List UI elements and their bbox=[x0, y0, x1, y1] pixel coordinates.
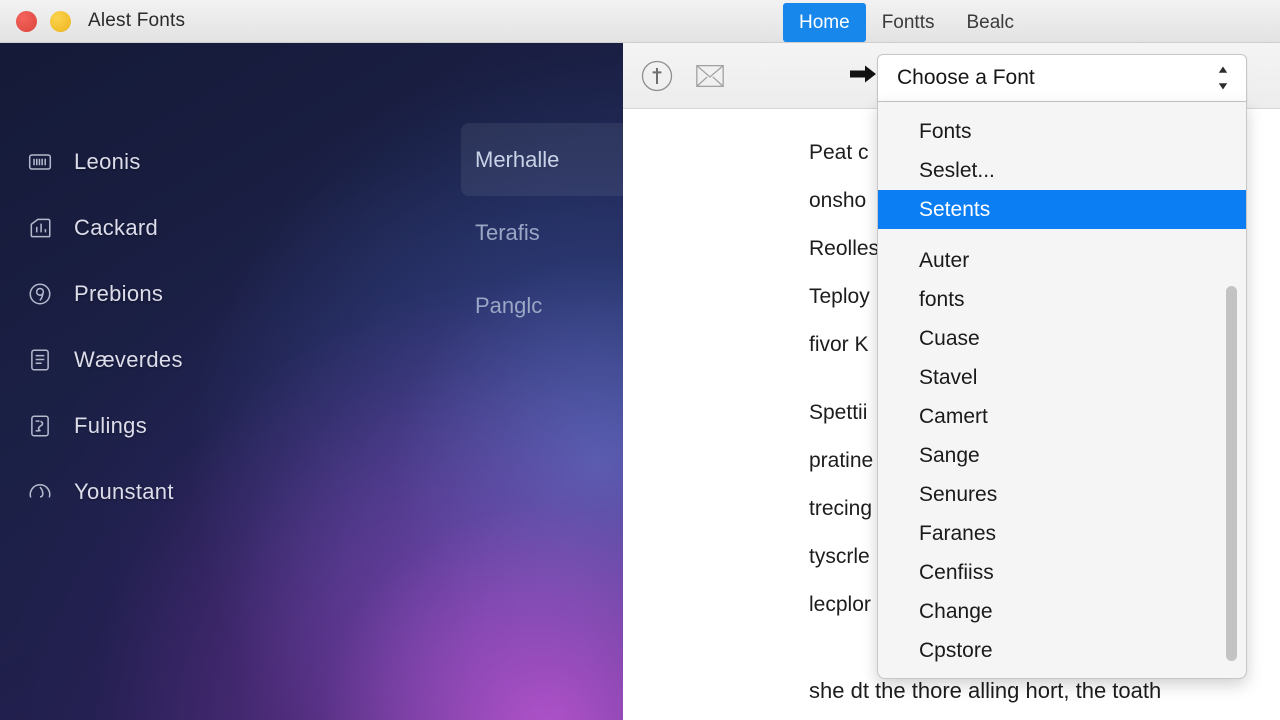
menu-item-label: Change bbox=[919, 599, 993, 623]
menu-item-seslet[interactable]: Seslet... bbox=[878, 151, 1246, 190]
tab-bar: Home Fontts Bealc bbox=[783, 3, 1030, 42]
menu-item-label: Faranes bbox=[919, 521, 997, 545]
menu-item-label: Camert bbox=[919, 404, 988, 428]
sidebar-item-label: Younstant bbox=[74, 479, 174, 504]
subnav-item-terafis[interactable]: Terafis bbox=[461, 196, 623, 269]
menu-item-label: Stavel bbox=[919, 365, 978, 389]
sidebar-item-waeverdes[interactable]: Wæverdes bbox=[0, 327, 420, 393]
menu-item-cuase[interactable]: Cuase bbox=[878, 319, 1246, 358]
menu-item-change[interactable]: Change bbox=[878, 592, 1246, 631]
bar-chart-icon bbox=[27, 215, 53, 241]
dagger-circle-icon[interactable] bbox=[640, 59, 674, 93]
menu-item-label: Senures bbox=[919, 482, 998, 506]
subnav-item-panglc[interactable]: Panglc bbox=[461, 269, 623, 342]
menu-item-auter[interactable]: Auter bbox=[878, 241, 1246, 280]
font-menu: Fonts Seslet... Setents Auter fonts Cuas… bbox=[877, 102, 1247, 679]
sidebar-nav: Leonis Cackard Prebions Wæverdes Fulings… bbox=[0, 129, 420, 525]
menu-item-sange[interactable]: Sange bbox=[878, 436, 1246, 475]
tab-fonts[interactable]: Fontts bbox=[866, 3, 951, 42]
window-controls bbox=[16, 10, 71, 32]
close-button[interactable] bbox=[16, 10, 37, 32]
menu-item-label: Seslet... bbox=[919, 158, 995, 182]
sidebar-item-label: Cackard bbox=[74, 215, 159, 240]
menu-item-cenfiiss[interactable]: Cenfiiss bbox=[878, 553, 1246, 592]
envelope-x-icon[interactable] bbox=[693, 59, 727, 93]
font-dropdown: Choose a Font Fonts Seslet... Setents Au… bbox=[877, 54, 1247, 679]
sidebar-subnav: Merhalle Terafis Panglc bbox=[461, 123, 623, 342]
sidebar-item-leonis[interactable]: Leonis bbox=[0, 129, 420, 195]
gauge-icon bbox=[27, 479, 53, 505]
sidebar-item-label: Leonis bbox=[74, 149, 141, 174]
menu-scrollbar[interactable] bbox=[1226, 286, 1237, 661]
menu-item-label: Fonts bbox=[919, 119, 972, 143]
menu-item-stavel[interactable]: Stavel bbox=[878, 358, 1246, 397]
sidebar-item-label: Fulings bbox=[74, 413, 148, 438]
document-bottom-line: she dt the thore alling hort, the toath bbox=[809, 678, 1162, 703]
menu-item-camert[interactable]: Camert bbox=[878, 397, 1246, 436]
sidebar-item-fulings[interactable]: Fulings bbox=[0, 393, 420, 459]
menu-item-senures[interactable]: Senures bbox=[878, 475, 1246, 514]
tab-bealc-label: Bealc bbox=[966, 11, 1015, 33]
app-window: Alest Fonts Home Fontts Bealc Leonis Cac… bbox=[0, 0, 1280, 720]
menu-separator bbox=[878, 229, 1246, 241]
title-bar: Alest Fonts Home Fontts Bealc bbox=[0, 0, 1280, 43]
menu-item-setents[interactable]: Setents bbox=[878, 190, 1246, 229]
menu-item-label: Auter bbox=[919, 248, 970, 272]
document-note-icon bbox=[27, 413, 53, 439]
choose-font-combobox[interactable]: Choose a Font bbox=[877, 54, 1247, 102]
menu-item-faranes[interactable]: Faranes bbox=[878, 514, 1246, 553]
menu-item-cpstore[interactable]: Cpstore bbox=[878, 631, 1246, 670]
circled-nine-icon bbox=[27, 281, 53, 307]
arrow-right-icon[interactable] bbox=[850, 63, 878, 90]
tab-home[interactable]: Home bbox=[783, 3, 866, 42]
chevron-up-down-icon[interactable] bbox=[1212, 63, 1234, 93]
menu-item-fonts-lower[interactable]: fonts bbox=[878, 280, 1246, 319]
menu-item-label: Cenfiiss bbox=[919, 560, 994, 584]
tab-fonts-label: Fontts bbox=[881, 11, 935, 33]
subnav-item-merhalle[interactable]: Merhalle bbox=[461, 123, 623, 196]
tab-bealc[interactable]: Bealc bbox=[951, 3, 1031, 42]
minimize-button[interactable] bbox=[50, 10, 71, 32]
barcode-icon bbox=[27, 149, 53, 175]
subnav-item-label: Terafis bbox=[475, 219, 540, 245]
menu-item-label: Setents bbox=[919, 197, 991, 221]
subnav-item-label: Merhalle bbox=[475, 146, 560, 172]
sidebar-item-label: Prebions bbox=[74, 281, 164, 306]
sidebar: Leonis Cackard Prebions Wæverdes Fulings… bbox=[0, 43, 623, 720]
sidebar-item-label: Wæverdes bbox=[74, 347, 183, 372]
sidebar-item-cackard[interactable]: Cackard bbox=[0, 195, 420, 261]
subnav-item-label: Panglc bbox=[475, 292, 543, 318]
menu-item-label: Cuase bbox=[919, 326, 980, 350]
menu-item-label: Cpstore bbox=[919, 638, 993, 662]
menu-item-label: fonts bbox=[919, 287, 965, 311]
window-title: Alest Fonts bbox=[88, 10, 186, 31]
sidebar-item-prebions[interactable]: Prebions bbox=[0, 261, 420, 327]
menu-item-label: Sange bbox=[919, 443, 980, 467]
choose-font-label: Choose a Font bbox=[897, 66, 1035, 89]
document-lines-icon bbox=[27, 347, 53, 373]
sidebar-item-younstant[interactable]: Younstant bbox=[0, 459, 420, 525]
tab-home-label: Home bbox=[799, 11, 850, 33]
menu-item-fonts[interactable]: Fonts bbox=[878, 112, 1246, 151]
